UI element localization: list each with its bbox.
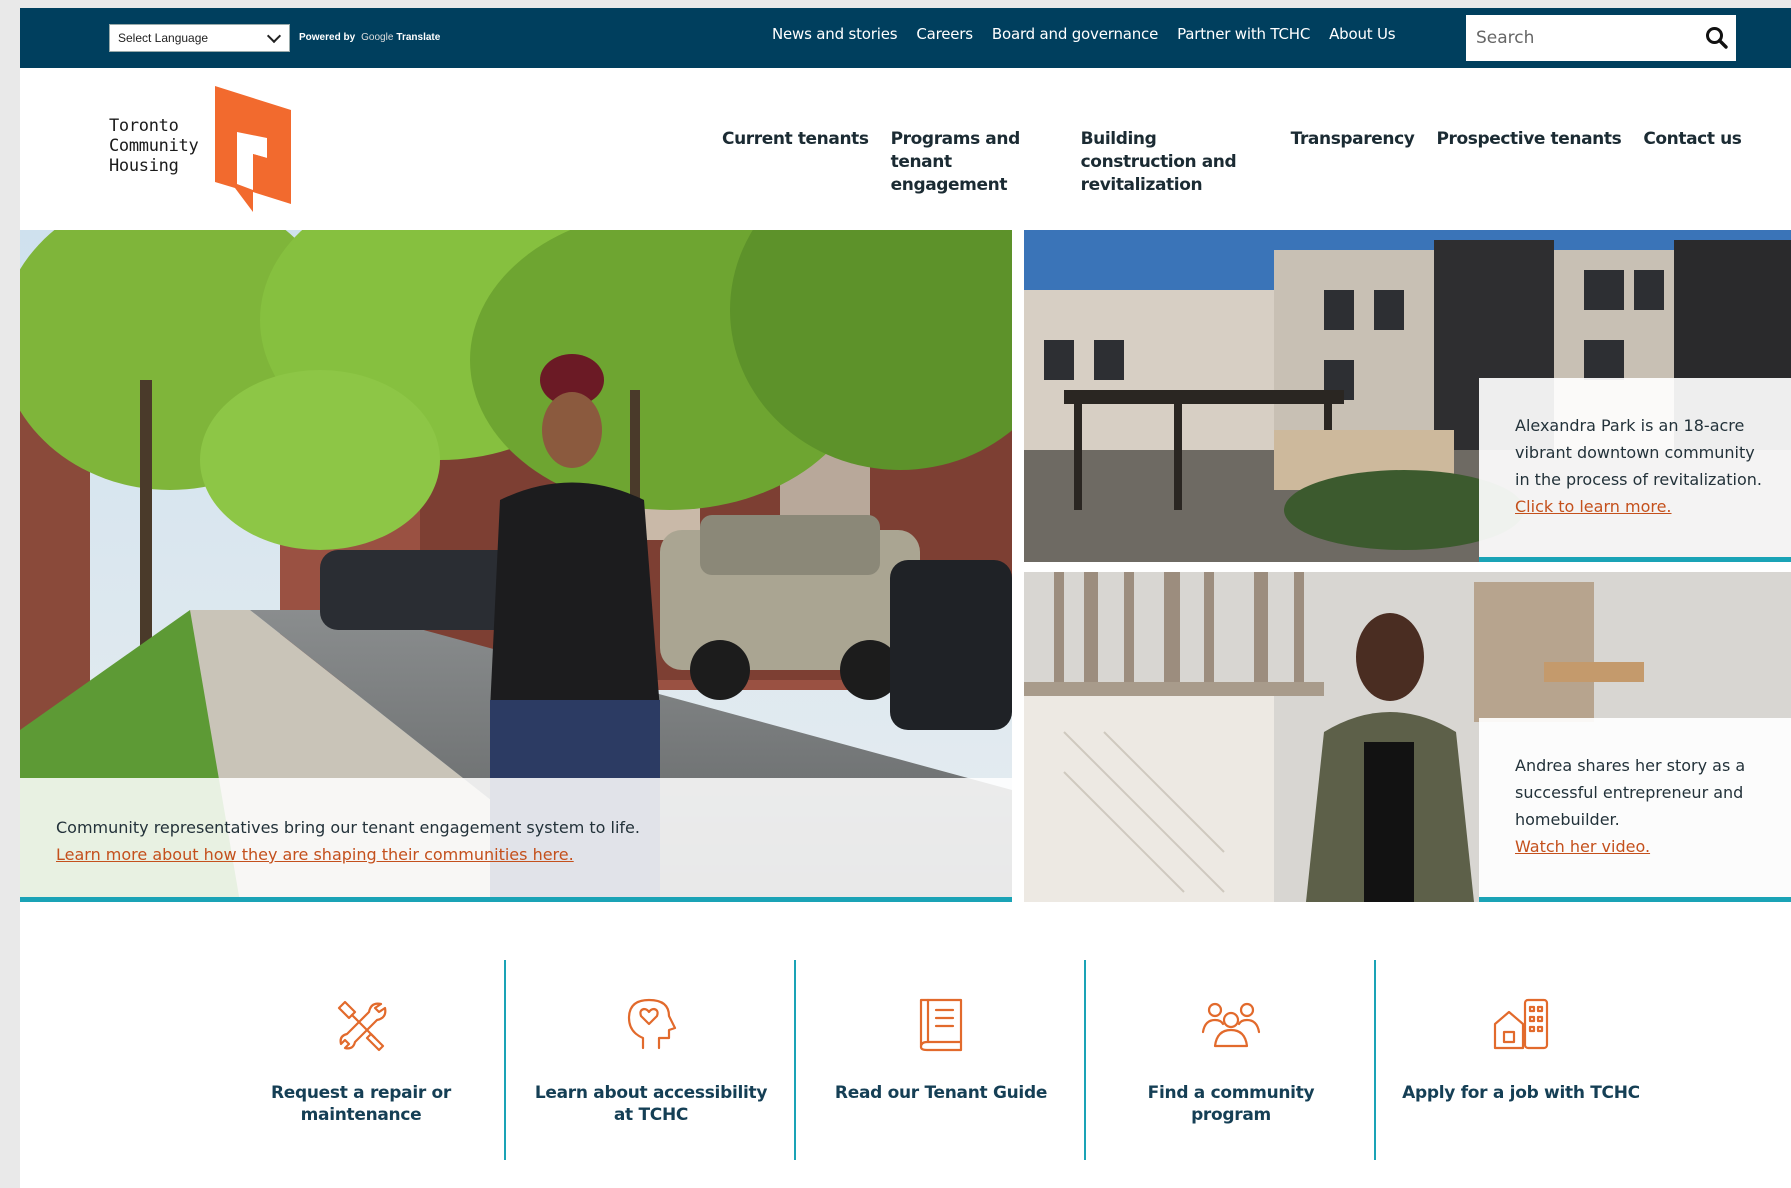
utility-link-partner[interactable]: Partner with TCHC	[1177, 25, 1310, 43]
nav-building-construction[interactable]: Building construction and revitalization	[1081, 128, 1269, 197]
card-link[interactable]: Watch her video.	[1515, 837, 1650, 856]
nav-current-tenants[interactable]: Current tenants	[722, 128, 869, 151]
people-icon	[1201, 1002, 1261, 1048]
card-caption-alexandra-park: Alexandra Park is an 18-acre vibrant dow…	[1479, 378, 1791, 562]
utility-bar: Select Language Powered by Google Translat…	[20, 8, 1791, 68]
hero-caption-link[interactable]: Learn more about how they are shaping th…	[56, 845, 574, 864]
quick-link-label: Request a repair or maintenance	[270, 1083, 452, 1125]
hero-caption-text: Community representatives bring our tena…	[56, 818, 640, 837]
book-icon	[919, 998, 963, 1052]
quick-link-label: Learn about accessibility at TCHC	[534, 1083, 768, 1125]
language-select-value: Select Language	[118, 31, 209, 45]
logo-line-3: Housing	[109, 156, 179, 176]
head-heart-icon	[627, 998, 677, 1050]
utility-link-about[interactable]: About Us	[1329, 25, 1396, 43]
quick-link-label: Read our Tenant Guide	[834, 1083, 1048, 1103]
quick-link-accessibility[interactable]: Learn about accessibility at TCHC	[506, 960, 796, 1160]
main-nav: Current tenants Programs and tenant enga…	[722, 128, 1742, 197]
feature-card-alexandra-park[interactable]: Alexandra Park is an 18-acre vibrant dow…	[1024, 230, 1791, 562]
utility-link-news[interactable]: News and stories	[772, 25, 898, 43]
search-icon[interactable]	[1702, 23, 1732, 53]
translate-label[interactable]: Translate	[396, 32, 440, 43]
utility-link-board[interactable]: Board and governance	[992, 25, 1158, 43]
nav-programs[interactable]: Programs and tenant engagement	[891, 128, 1059, 197]
powered-by-google-translate: Powered by Google Translate	[299, 32, 440, 43]
language-select[interactable]: Select Language	[109, 24, 290, 52]
chevron-down-icon	[266, 28, 282, 44]
search-box	[1466, 15, 1736, 61]
quick-link-label: Find a community program	[1147, 1083, 1315, 1125]
feature-card-andrea[interactable]: Andrea shares her story as a successful …	[1024, 572, 1791, 902]
logo-line-1: Toronto	[109, 116, 179, 136]
hero-caption: Community representatives bring our tena…	[20, 778, 1012, 902]
card-text: Alexandra Park is an 18-acre vibrant dow…	[1515, 416, 1762, 489]
card-text: Andrea shares her story as a successful …	[1515, 756, 1746, 829]
hero-feature[interactable]: Community representatives bring our tena…	[20, 230, 1012, 902]
quick-links: Request a repair or maintenance Learn ab…	[216, 960, 1676, 1160]
card-link[interactable]: Click to learn more.	[1515, 497, 1672, 516]
quick-link-tenant-guide[interactable]: Read our Tenant Guide	[796, 960, 1086, 1160]
page: Select Language Powered by Google Translat…	[20, 8, 1791, 1188]
search-input[interactable]	[1466, 15, 1696, 61]
quick-link-apply-job[interactable]: Apply for a job with TCHC	[1376, 960, 1666, 1160]
logo-line-2: Community	[109, 136, 199, 156]
google-label: Google	[361, 32, 394, 43]
tools-icon	[337, 1000, 387, 1052]
nav-transparency[interactable]: Transparency	[1291, 128, 1415, 151]
powered-by-label: Powered by	[299, 32, 356, 43]
buildings-icon	[1493, 998, 1549, 1050]
quick-link-label: Apply for a job with TCHC	[1402, 1083, 1640, 1103]
card-caption-andrea: Andrea shares her story as a successful …	[1479, 718, 1791, 902]
utility-nav: News and stories Careers Board and gover…	[772, 25, 1396, 43]
tchc-logo-icon[interactable]	[215, 86, 291, 212]
nav-prospective-tenants[interactable]: Prospective tenants	[1436, 128, 1621, 151]
utility-link-careers[interactable]: Careers	[916, 25, 973, 43]
logo-wordmark[interactable]: Toronto Community Housing	[109, 116, 199, 176]
quick-link-repair[interactable]: Request a repair or maintenance	[216, 960, 506, 1160]
site-header: Toronto Community Housing Current tenant…	[20, 68, 1791, 237]
quick-link-community-program[interactable]: Find a community program	[1086, 960, 1376, 1160]
nav-contact-us[interactable]: Contact us	[1643, 128, 1742, 151]
